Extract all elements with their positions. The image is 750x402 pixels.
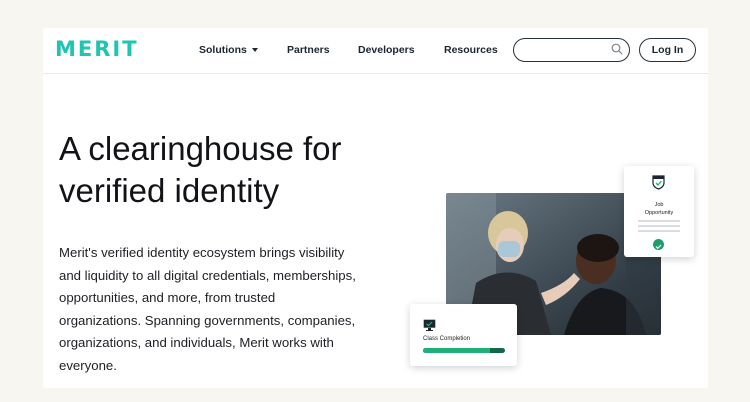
check-icon (653, 239, 664, 250)
page: MERIT Solutions Partners Developers Reso… (43, 28, 708, 388)
monitor-icon (423, 319, 436, 331)
search-box[interactable] (513, 38, 630, 62)
job-card-line (638, 225, 680, 227)
job-card-title-line2: Opportunity (644, 210, 674, 216)
nav-partners[interactable]: Partners (287, 44, 330, 56)
class-progress-fill (423, 348, 491, 353)
shield-check-icon (652, 175, 665, 190)
class-completion-card: Class Completion (410, 304, 517, 366)
job-card-line (638, 230, 680, 232)
login-button[interactable]: Log In (639, 38, 696, 62)
job-card-title-line1: Job (654, 202, 664, 208)
search-icon[interactable] (611, 43, 623, 55)
nav-solutions-label: Solutions (199, 44, 247, 56)
search-input[interactable] (522, 39, 610, 60)
chevron-down-icon (251, 48, 258, 53)
hero-title: A clearinghouse for verified identity (59, 128, 399, 212)
class-progress-bar (423, 348, 505, 353)
merit-logo[interactable]: MERIT (55, 37, 139, 61)
nav-developers[interactable]: Developers (358, 44, 415, 56)
nav-solutions[interactable]: Solutions (199, 44, 258, 56)
class-card-title: Class Completion (423, 336, 471, 342)
job-card-line (638, 220, 680, 222)
nav-resources[interactable]: Resources (444, 44, 498, 56)
hero-description: Merit's verified identity ecosystem brin… (59, 245, 356, 373)
header: MERIT Solutions Partners Developers Reso… (43, 28, 708, 74)
hero-title-line1: A clearinghouse for (59, 130, 342, 167)
hero-title-line2: verified identity (59, 172, 280, 209)
job-opportunity-card: Job Opportunity (624, 166, 694, 257)
job-card-title: Job Opportunity (624, 201, 694, 217)
